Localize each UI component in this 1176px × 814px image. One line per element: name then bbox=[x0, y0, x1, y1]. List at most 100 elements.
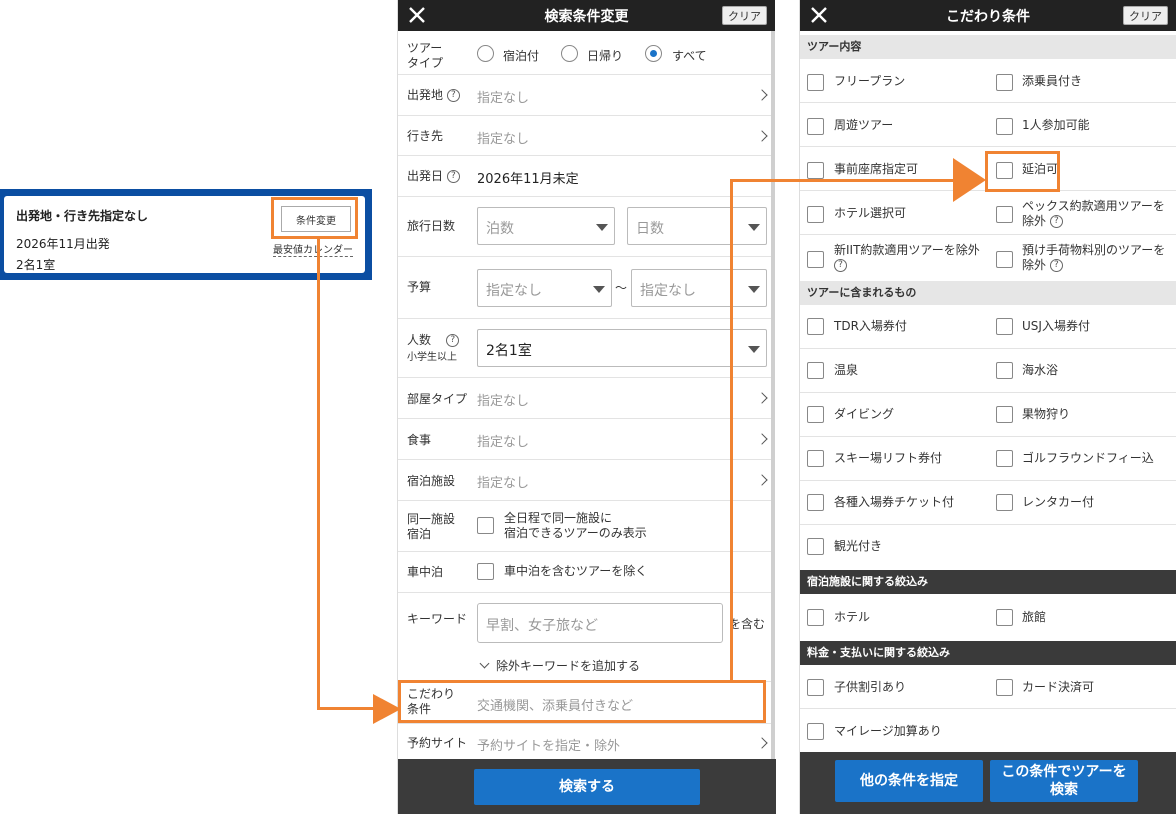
chevron-right-icon bbox=[756, 392, 768, 404]
departure-row[interactable]: 出発地 ? 指定なし bbox=[398, 75, 772, 116]
checkbox-tdr[interactable] bbox=[807, 318, 824, 335]
checkbox-mileage[interactable] bbox=[807, 723, 824, 740]
option-label: フリープラン bbox=[834, 74, 906, 88]
checkbox-sightseeing[interactable] bbox=[807, 538, 824, 555]
checkbox-usj[interactable] bbox=[996, 318, 1013, 335]
checkbox-hotel-choice[interactable] bbox=[807, 206, 824, 223]
option-label: 事前座席指定可 bbox=[834, 162, 919, 176]
same-facility-label: 同一施設 宿泊 bbox=[407, 512, 456, 541]
car-stay-row: 車中泊 車中泊を含むツアーを除く bbox=[398, 552, 772, 593]
option-row: ホテル 旅館 bbox=[800, 594, 1176, 641]
option-label: 子供割引あり bbox=[834, 680, 907, 694]
exclude-keyword-link[interactable]: 除外キーワードを追加する bbox=[477, 657, 640, 674]
meal-row[interactable]: 食事 指定なし bbox=[398, 419, 772, 460]
checkbox-tour-conductor[interactable] bbox=[996, 74, 1013, 91]
destination-row[interactable]: 行き先 指定なし bbox=[398, 116, 772, 156]
same-facility-checkbox[interactable] bbox=[477, 517, 494, 534]
budget-max-select[interactable]: 指定なし bbox=[631, 269, 767, 307]
kodawari-bottom-bar: 他の条件を指定 この条件でツアーを 検索 bbox=[800, 752, 1176, 814]
option-row: 各種入場券チケット付 レンタカー付 bbox=[800, 481, 1176, 525]
checkbox-ryokan[interactable] bbox=[996, 609, 1013, 626]
chevron-right-icon bbox=[756, 737, 768, 749]
clear-button[interactable]: クリア bbox=[722, 6, 767, 25]
people-label: 人数 ? bbox=[407, 333, 460, 348]
option-row: マイレージ加算あり bbox=[800, 709, 1176, 752]
people-value: 2名1室 bbox=[486, 343, 532, 359]
checkbox-seat-reservation[interactable] bbox=[807, 162, 824, 179]
other-conditions-button[interactable]: 他の条件を指定 bbox=[835, 760, 983, 802]
close-icon[interactable] bbox=[407, 5, 427, 25]
option-label: 周遊ツアー bbox=[834, 118, 894, 132]
nights-select[interactable]: 泊数 bbox=[477, 207, 615, 245]
caret-down-icon bbox=[748, 346, 760, 353]
radio-all-label: すべて bbox=[672, 49, 707, 63]
checkbox-round-trip[interactable] bbox=[807, 118, 824, 135]
days-select[interactable]: 日数 bbox=[627, 207, 767, 245]
car-stay-checkbox[interactable] bbox=[477, 563, 494, 580]
checkbox-beach[interactable] bbox=[996, 362, 1013, 379]
help-icon[interactable]: ? bbox=[446, 334, 460, 347]
option-row: 周遊ツアー 1人参加可能 bbox=[800, 103, 1176, 147]
summary-people: 2名1室 bbox=[16, 258, 56, 272]
room-value: 指定なし bbox=[477, 394, 530, 409]
caret-down-icon bbox=[748, 286, 760, 293]
clear-button[interactable]: クリア bbox=[1123, 6, 1168, 25]
cheapest-calendar-link[interactable]: 最安値カレンダー bbox=[273, 241, 353, 257]
option-label: 果物狩り bbox=[1022, 407, 1071, 421]
checkbox-iit-exclude[interactable] bbox=[807, 251, 824, 268]
departure-date-row[interactable]: 出発日 ? 2026年11月未定 bbox=[398, 156, 772, 197]
radio-overnight[interactable] bbox=[477, 45, 494, 62]
facility-label: 宿泊施設 bbox=[407, 474, 456, 488]
checkbox-child-discount[interactable] bbox=[807, 679, 824, 696]
room-type-row[interactable]: 部屋タイプ 指定なし bbox=[398, 378, 772, 419]
chevron-right-icon bbox=[756, 433, 768, 445]
option-row: ホテル選択可 ペックス約款適用ツアーを除外 ? bbox=[800, 191, 1176, 235]
date-label: 出発日 ? bbox=[407, 169, 460, 184]
people-select[interactable]: 2名1室 bbox=[477, 329, 767, 367]
checkbox-pex-exclude[interactable] bbox=[996, 206, 1013, 223]
radio-daytrip[interactable] bbox=[561, 45, 578, 62]
checkbox-solo[interactable] bbox=[996, 118, 1013, 135]
checkbox-rental-car[interactable] bbox=[996, 494, 1013, 511]
help-icon[interactable]: ? bbox=[446, 89, 460, 102]
caret-down-icon bbox=[748, 224, 760, 231]
days-label: 旅行日数 bbox=[407, 219, 456, 233]
search-header-title: 検索条件変更 bbox=[544, 8, 629, 25]
checkbox-fruit-picking[interactable] bbox=[996, 406, 1013, 423]
scrollbar[interactable] bbox=[771, 31, 775, 759]
room-label: 部屋タイプ bbox=[407, 392, 468, 406]
kodawari-header: こだわり条件 クリア bbox=[800, 0, 1176, 31]
option-label: 観光付き bbox=[834, 539, 883, 553]
search-button[interactable]: 検索する bbox=[474, 769, 700, 805]
help-icon[interactable]: ? bbox=[1049, 215, 1063, 228]
destination-label: 行き先 bbox=[407, 129, 444, 143]
checkbox-golf[interactable] bbox=[996, 450, 1013, 467]
radio-all[interactable] bbox=[645, 45, 662, 62]
checkbox-card-payment[interactable] bbox=[996, 679, 1013, 696]
travel-days-row: 旅行日数 泊数 日数 bbox=[398, 197, 772, 257]
chevron-down-icon bbox=[479, 658, 490, 669]
checkbox-hotel[interactable] bbox=[807, 609, 824, 626]
close-icon[interactable] bbox=[809, 5, 829, 25]
arrow-line bbox=[317, 707, 375, 710]
chevron-right-icon bbox=[756, 130, 768, 142]
section-accommodation: 宿泊施設に関する絞込み bbox=[800, 570, 1176, 594]
checkbox-tickets[interactable] bbox=[807, 494, 824, 511]
checkbox-baggage-exclude[interactable] bbox=[996, 251, 1013, 268]
checkbox-ski-lift[interactable] bbox=[807, 450, 824, 467]
checkbox-diving[interactable] bbox=[807, 406, 824, 423]
help-icon[interactable]: ? bbox=[1049, 259, 1063, 272]
facility-row[interactable]: 宿泊施設 指定なし bbox=[398, 460, 772, 501]
option-row: 温泉 海水浴 bbox=[800, 349, 1176, 393]
help-icon[interactable]: ? bbox=[446, 170, 460, 183]
arrow-line bbox=[730, 179, 955, 182]
keyword-input[interactable]: 早割、女子旅など bbox=[477, 603, 723, 643]
search-with-conditions-button[interactable]: この条件でツアーを 検索 bbox=[990, 760, 1138, 802]
booking-site-row[interactable]: 予約サイト 予約サイトを指定・除外 bbox=[398, 724, 772, 759]
budget-min-select[interactable]: 指定なし bbox=[477, 269, 612, 307]
caret-down-icon bbox=[593, 286, 605, 293]
checkbox-free-plan[interactable] bbox=[807, 74, 824, 91]
checkbox-onsen[interactable] bbox=[807, 362, 824, 379]
arrow-right-icon bbox=[373, 694, 401, 724]
help-icon[interactable]: ? bbox=[834, 259, 847, 272]
